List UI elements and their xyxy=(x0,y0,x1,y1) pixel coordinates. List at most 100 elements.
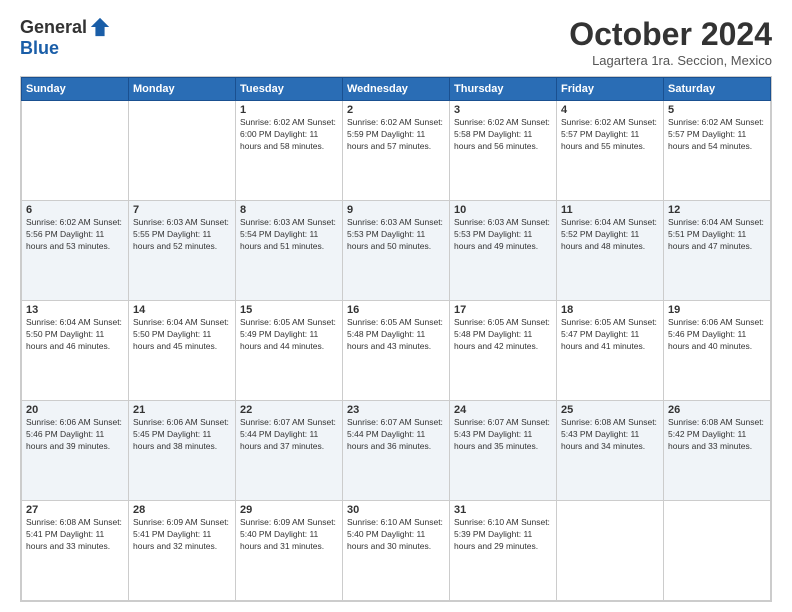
calendar-cell: 3Sunrise: 6:02 AM Sunset: 5:58 PM Daylig… xyxy=(450,101,557,201)
day-number: 21 xyxy=(133,404,231,416)
day-info: Sunrise: 6:04 AM Sunset: 5:50 PM Dayligh… xyxy=(26,317,124,353)
calendar-cell xyxy=(557,501,664,601)
day-number: 23 xyxy=(347,404,445,416)
calendar-cell: 29Sunrise: 6:09 AM Sunset: 5:40 PM Dayli… xyxy=(236,501,343,601)
calendar-cell xyxy=(22,101,129,201)
calendar-cell: 31Sunrise: 6:10 AM Sunset: 5:39 PM Dayli… xyxy=(450,501,557,601)
day-number: 5 xyxy=(668,104,766,116)
day-info: Sunrise: 6:02 AM Sunset: 5:57 PM Dayligh… xyxy=(561,117,659,153)
day-number: 13 xyxy=(26,304,124,316)
day-number: 7 xyxy=(133,204,231,216)
location: Lagartera 1ra. Seccion, Mexico xyxy=(569,53,772,68)
day-number: 12 xyxy=(668,204,766,216)
day-header-wednesday: Wednesday xyxy=(343,78,450,101)
calendar-cell: 15Sunrise: 6:05 AM Sunset: 5:49 PM Dayli… xyxy=(236,301,343,401)
day-number: 27 xyxy=(26,504,124,516)
day-info: Sunrise: 6:04 AM Sunset: 5:51 PM Dayligh… xyxy=(668,217,766,253)
day-number: 1 xyxy=(240,104,338,116)
day-number: 16 xyxy=(347,304,445,316)
day-info: Sunrise: 6:05 AM Sunset: 5:49 PM Dayligh… xyxy=(240,317,338,353)
calendar-cell: 6Sunrise: 6:02 AM Sunset: 5:56 PM Daylig… xyxy=(22,201,129,301)
day-header-tuesday: Tuesday xyxy=(236,78,343,101)
day-info: Sunrise: 6:07 AM Sunset: 5:43 PM Dayligh… xyxy=(454,417,552,453)
day-info: Sunrise: 6:08 AM Sunset: 5:42 PM Dayligh… xyxy=(668,417,766,453)
calendar-cell: 2Sunrise: 6:02 AM Sunset: 5:59 PM Daylig… xyxy=(343,101,450,201)
calendar-week-4: 20Sunrise: 6:06 AM Sunset: 5:46 PM Dayli… xyxy=(22,401,771,501)
day-header-monday: Monday xyxy=(129,78,236,101)
calendar-cell: 12Sunrise: 6:04 AM Sunset: 5:51 PM Dayli… xyxy=(664,201,771,301)
day-info: Sunrise: 6:07 AM Sunset: 5:44 PM Dayligh… xyxy=(347,417,445,453)
day-info: Sunrise: 6:02 AM Sunset: 6:00 PM Dayligh… xyxy=(240,117,338,153)
day-info: Sunrise: 6:03 AM Sunset: 5:54 PM Dayligh… xyxy=(240,217,338,253)
day-number: 2 xyxy=(347,104,445,116)
day-info: Sunrise: 6:05 AM Sunset: 5:47 PM Dayligh… xyxy=(561,317,659,353)
day-info: Sunrise: 6:06 AM Sunset: 5:46 PM Dayligh… xyxy=(26,417,124,453)
day-info: Sunrise: 6:09 AM Sunset: 5:41 PM Dayligh… xyxy=(133,517,231,553)
day-number: 15 xyxy=(240,304,338,316)
calendar-cell: 11Sunrise: 6:04 AM Sunset: 5:52 PM Dayli… xyxy=(557,201,664,301)
day-info: Sunrise: 6:06 AM Sunset: 5:46 PM Dayligh… xyxy=(668,317,766,353)
day-info: Sunrise: 6:08 AM Sunset: 5:41 PM Dayligh… xyxy=(26,517,124,553)
title-block: October 2024 Lagartera 1ra. Seccion, Mex… xyxy=(569,16,772,68)
logo-blue-text: Blue xyxy=(20,38,59,59)
day-number: 24 xyxy=(454,404,552,416)
day-number: 3 xyxy=(454,104,552,116)
logo: General Blue xyxy=(20,16,111,59)
calendar-cell: 24Sunrise: 6:07 AM Sunset: 5:43 PM Dayli… xyxy=(450,401,557,501)
calendar-cell: 1Sunrise: 6:02 AM Sunset: 6:00 PM Daylig… xyxy=(236,101,343,201)
day-info: Sunrise: 6:03 AM Sunset: 5:53 PM Dayligh… xyxy=(454,217,552,253)
day-info: Sunrise: 6:05 AM Sunset: 5:48 PM Dayligh… xyxy=(347,317,445,353)
calendar-cell: 18Sunrise: 6:05 AM Sunset: 5:47 PM Dayli… xyxy=(557,301,664,401)
header: General Blue October 2024 Lagartera 1ra.… xyxy=(20,16,772,68)
day-number: 30 xyxy=(347,504,445,516)
day-number: 6 xyxy=(26,204,124,216)
day-number: 20 xyxy=(26,404,124,416)
calendar-cell: 30Sunrise: 6:10 AM Sunset: 5:40 PM Dayli… xyxy=(343,501,450,601)
calendar-week-5: 27Sunrise: 6:08 AM Sunset: 5:41 PM Dayli… xyxy=(22,501,771,601)
day-number: 4 xyxy=(561,104,659,116)
day-number: 19 xyxy=(668,304,766,316)
day-number: 17 xyxy=(454,304,552,316)
day-info: Sunrise: 6:02 AM Sunset: 5:59 PM Dayligh… xyxy=(347,117,445,153)
day-number: 18 xyxy=(561,304,659,316)
day-number: 29 xyxy=(240,504,338,516)
calendar-cell: 17Sunrise: 6:05 AM Sunset: 5:48 PM Dayli… xyxy=(450,301,557,401)
calendar-cell: 28Sunrise: 6:09 AM Sunset: 5:41 PM Dayli… xyxy=(129,501,236,601)
calendar: SundayMondayTuesdayWednesdayThursdayFrid… xyxy=(20,76,772,602)
day-number: 8 xyxy=(240,204,338,216)
logo-general-text: General xyxy=(20,17,87,38)
calendar-cell: 22Sunrise: 6:07 AM Sunset: 5:44 PM Dayli… xyxy=(236,401,343,501)
calendar-cell: 13Sunrise: 6:04 AM Sunset: 5:50 PM Dayli… xyxy=(22,301,129,401)
day-number: 14 xyxy=(133,304,231,316)
calendar-week-1: 1Sunrise: 6:02 AM Sunset: 6:00 PM Daylig… xyxy=(22,101,771,201)
day-number: 9 xyxy=(347,204,445,216)
calendar-cell: 20Sunrise: 6:06 AM Sunset: 5:46 PM Dayli… xyxy=(22,401,129,501)
day-info: Sunrise: 6:10 AM Sunset: 5:39 PM Dayligh… xyxy=(454,517,552,553)
calendar-cell: 14Sunrise: 6:04 AM Sunset: 5:50 PM Dayli… xyxy=(129,301,236,401)
day-header-saturday: Saturday xyxy=(664,78,771,101)
page: General Blue October 2024 Lagartera 1ra.… xyxy=(0,0,792,612)
day-info: Sunrise: 6:03 AM Sunset: 5:53 PM Dayligh… xyxy=(347,217,445,253)
day-info: Sunrise: 6:03 AM Sunset: 5:55 PM Dayligh… xyxy=(133,217,231,253)
day-info: Sunrise: 6:02 AM Sunset: 5:57 PM Dayligh… xyxy=(668,117,766,153)
calendar-cell: 7Sunrise: 6:03 AM Sunset: 5:55 PM Daylig… xyxy=(129,201,236,301)
day-number: 26 xyxy=(668,404,766,416)
calendar-cell: 10Sunrise: 6:03 AM Sunset: 5:53 PM Dayli… xyxy=(450,201,557,301)
day-info: Sunrise: 6:09 AM Sunset: 5:40 PM Dayligh… xyxy=(240,517,338,553)
day-number: 28 xyxy=(133,504,231,516)
logo-icon xyxy=(89,16,111,38)
day-info: Sunrise: 6:10 AM Sunset: 5:40 PM Dayligh… xyxy=(347,517,445,553)
calendar-week-2: 6Sunrise: 6:02 AM Sunset: 5:56 PM Daylig… xyxy=(22,201,771,301)
calendar-cell xyxy=(664,501,771,601)
calendar-cell: 26Sunrise: 6:08 AM Sunset: 5:42 PM Dayli… xyxy=(664,401,771,501)
day-number: 31 xyxy=(454,504,552,516)
calendar-cell: 25Sunrise: 6:08 AM Sunset: 5:43 PM Dayli… xyxy=(557,401,664,501)
day-info: Sunrise: 6:04 AM Sunset: 5:50 PM Dayligh… xyxy=(133,317,231,353)
day-info: Sunrise: 6:02 AM Sunset: 5:58 PM Dayligh… xyxy=(454,117,552,153)
day-header-friday: Friday xyxy=(557,78,664,101)
day-info: Sunrise: 6:07 AM Sunset: 5:44 PM Dayligh… xyxy=(240,417,338,453)
day-info: Sunrise: 6:08 AM Sunset: 5:43 PM Dayligh… xyxy=(561,417,659,453)
calendar-cell: 16Sunrise: 6:05 AM Sunset: 5:48 PM Dayli… xyxy=(343,301,450,401)
day-info: Sunrise: 6:04 AM Sunset: 5:52 PM Dayligh… xyxy=(561,217,659,253)
month-title: October 2024 xyxy=(569,16,772,53)
